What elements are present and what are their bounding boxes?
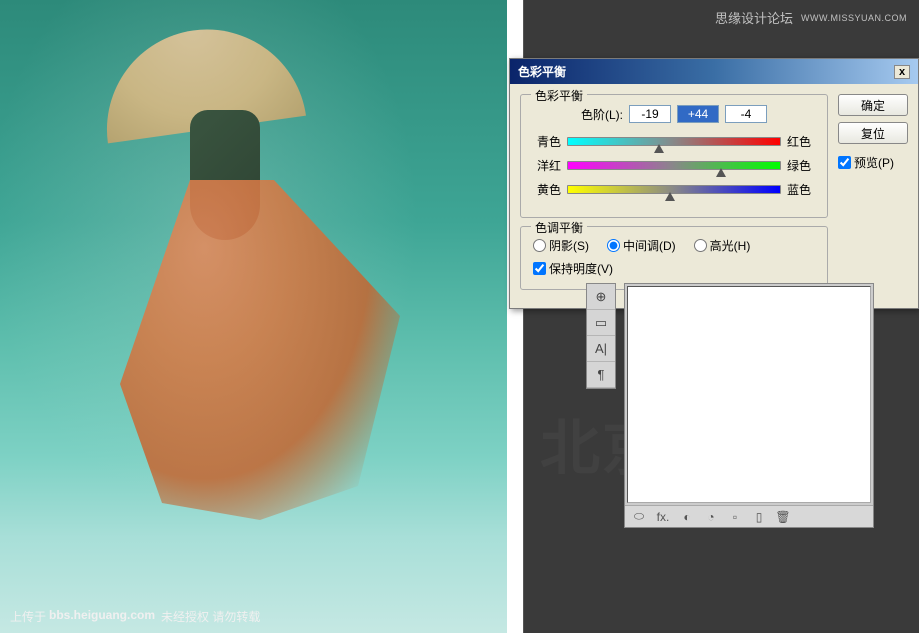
level-input-2[interactable] (677, 105, 719, 123)
tool-btn-2[interactable]: ▭ (587, 310, 615, 336)
slider-green-label: 绿色 (787, 157, 815, 174)
trash-icon[interactable]: 🗑 (775, 510, 791, 524)
color-balance-dialog: 色彩平衡 x 色彩平衡 色阶(L): 青色 红色 (509, 58, 919, 309)
radio-midtones[interactable]: 中间调(D) (607, 237, 676, 254)
slider-yellow-label: 黄色 (533, 181, 561, 198)
color-balance-group: 色彩平衡 色阶(L): 青色 红色 洋红 (520, 94, 828, 218)
level-input-1[interactable] (629, 105, 671, 123)
slider-thumb-icon[interactable] (716, 168, 726, 177)
type-tool-panel: ⊕ ▭ A| ¶ (586, 283, 616, 389)
tb-legend: 色调平衡 (531, 219, 587, 236)
tone-balance-group: 色调平衡 阴影(S) 中间调(D) 高光(H) 保持明度(V) (520, 226, 828, 290)
adjustment-icon[interactable]: ◔ (703, 510, 719, 524)
slider-cyan-label: 青色 (533, 133, 561, 150)
layers-list[interactable] (627, 286, 871, 503)
tool-btn-3[interactable]: A| (587, 336, 615, 362)
image-canvas[interactable]: 上传于 bbs.heiguang.com 未经授权 请勿转载 (0, 0, 507, 633)
checkbox-preserve-luminosity[interactable]: 保持明度(V) (533, 260, 815, 277)
folder-icon[interactable]: ▫ (727, 510, 743, 524)
level-input-3[interactable] (725, 105, 767, 123)
credit-prefix: 上传于 (10, 608, 46, 625)
slider-blue-label: 蓝色 (787, 181, 815, 198)
slider-thumb-icon[interactable] (665, 192, 675, 201)
forum-name: 思缘设计论坛 (715, 8, 793, 27)
ok-button[interactable]: 确定 (838, 94, 908, 116)
close-icon[interactable]: x (894, 65, 910, 79)
slider-cyan-red[interactable] (567, 137, 781, 147)
credit-site: bbs.heiguang.com (49, 608, 155, 625)
radio-shadows[interactable]: 阴影(S) (533, 237, 589, 254)
cb-legend: 色彩平衡 (531, 87, 587, 104)
mask-icon[interactable]: ◐ (679, 510, 695, 524)
header-branding: 思缘设计论坛 WWW.MISSYUAN.COM (715, 8, 907, 27)
new-layer-icon[interactable]: ▯ (751, 510, 767, 524)
slider-magenta-label: 洋红 (533, 157, 561, 174)
slider-red-label: 红色 (787, 133, 815, 150)
fx-icon[interactable]: fx. (655, 510, 671, 524)
canvas-credit: 上传于 bbs.heiguang.com 未经授权 请勿转载 (10, 608, 260, 625)
levels-label: 色阶(L): (581, 106, 623, 123)
slider-thumb-icon[interactable] (654, 144, 664, 153)
layers-footer: ⬭ fx. ◐ ◔ ▫ ▯ 🗑 (625, 505, 873, 527)
tool-btn-1[interactable]: ⊕ (587, 284, 615, 310)
dialog-title-text: 色彩平衡 (518, 63, 566, 80)
checkbox-preview[interactable]: 预览(P) (838, 154, 908, 171)
canvas-artwork (120, 30, 380, 510)
layers-panel: ⬭ fx. ◐ ◔ ▫ ▯ 🗑 (624, 283, 874, 528)
tool-btn-4[interactable]: ¶ (587, 362, 615, 388)
slider-yellow-blue[interactable] (567, 185, 781, 195)
credit-suffix: 未经授权 请勿转载 (161, 608, 260, 625)
radio-highlights[interactable]: 高光(H) (694, 237, 751, 254)
dialog-titlebar[interactable]: 色彩平衡 x (510, 59, 918, 84)
reset-button[interactable]: 复位 (838, 122, 908, 144)
forum-url: WWW.MISSYUAN.COM (801, 13, 907, 23)
slider-magenta-green[interactable] (567, 161, 781, 171)
link-icon[interactable]: ⬭ (631, 510, 647, 524)
